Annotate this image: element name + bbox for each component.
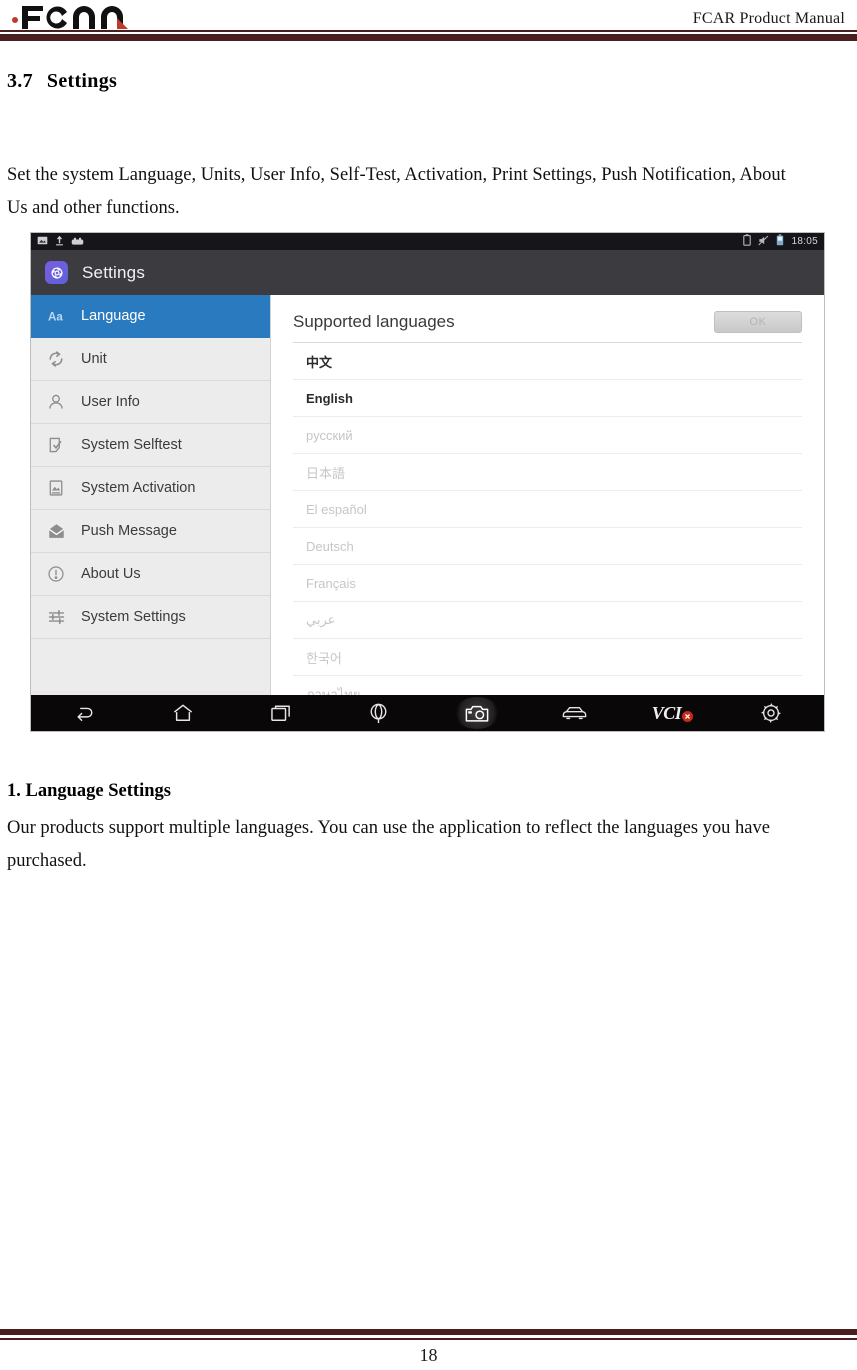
usb-adapter-icon [71,233,84,251]
sidebar-label: User Info [81,394,140,410]
document-check-icon [45,434,67,456]
app-title-bar: Settings [31,250,824,295]
sidebar-item-system-selftest[interactable]: System Selftest [31,424,270,467]
picture-icon [45,477,67,499]
language-item[interactable]: 中文 [293,343,802,380]
device-screenshot-figure: 18:05 Settings Aa Language Unit User Inf… [31,233,824,731]
language-item[interactable]: عربي [293,602,802,639]
battery-outline-icon [743,233,752,251]
footer-rule-thick [0,1329,857,1335]
vci-label: VCI [651,702,682,723]
language-item[interactable]: русский [293,417,802,454]
image-icon [37,233,48,251]
language-item[interactable]: Deutsch [293,528,802,565]
page-number: 18 [419,1345,438,1365]
language-item[interactable]: Français [293,565,802,602]
header-rule-thick [0,34,857,41]
section-number: 3.7 [7,70,33,92]
sidebar-item-push-message[interactable]: Push Message [31,510,270,553]
body-paragraph: Our products support multiple languages.… [7,818,770,871]
sidebar-item-about-us[interactable]: About Us [31,553,270,596]
android-status-bar: 18:05 [31,233,824,250]
sidebar-item-unit[interactable]: Unit [31,338,270,381]
info-circle-icon [45,563,67,585]
section-title: Settings [46,70,118,92]
android-nav-bar: VCI [31,695,824,731]
sidebar-label: Language [81,308,146,324]
gear-icon [45,261,68,284]
sidebar-item-system-settings[interactable]: System Settings [31,596,270,639]
sidebar-item-language[interactable]: Aa Language [31,295,270,338]
vci-disconnected-badge [682,711,694,722]
panel-header: Supported languages OK [293,311,802,343]
vci-icon[interactable]: VCI [650,697,696,729]
recents-icon[interactable] [258,697,304,729]
footer-rule-thin [0,1338,857,1340]
camera-icon[interactable] [453,697,500,729]
home-icon[interactable] [160,697,206,729]
sidebar-label: Push Message [81,523,177,539]
upload-icon [55,233,64,251]
language-item[interactable]: 한국어 [293,639,802,676]
sidebar-item-user-info[interactable]: User Info [31,381,270,424]
language-panel: Supported languages OK 中文 English русски… [271,295,824,713]
status-bar-right-icons: 18:05 [743,233,818,251]
svg-text:Aa: Aa [48,311,63,323]
sidebar-label: System Activation [81,480,196,496]
language-item[interactable]: El español [293,491,802,528]
convert-icon [45,348,67,370]
sidebar-item-system-activation[interactable]: System Activation [31,467,270,510]
fcar-logo-icon [10,2,140,32]
language-item[interactable]: English [293,380,802,417]
app-title: Settings [82,262,146,282]
language-item[interactable]: 日本語 [293,454,802,491]
ok-button[interactable]: OK [714,311,802,333]
settings-gear-icon[interactable] [748,697,794,729]
envelope-icon [45,520,67,542]
sidebar-filler [31,639,270,691]
battery-icon [776,233,784,251]
sidebar-label: System Selftest [81,437,182,453]
sidebar-label: System Settings [81,609,186,625]
car-icon[interactable] [552,697,598,729]
mute-icon [758,233,769,251]
sidebar-label: About Us [81,566,141,582]
back-icon[interactable] [62,697,108,729]
settings-sidebar: Aa Language Unit User Info System Selfte… [31,295,271,695]
sidebar-label: Unit [81,351,107,367]
status-bar-clock: 18:05 [791,236,818,247]
intro-paragraph: Set the system Language, Units, User Inf… [7,165,786,218]
status-bar-left-icons [37,233,84,251]
sliders-icon [45,606,67,628]
subheading: 1. Language Settings [7,781,171,801]
font-size-icon: Aa [45,305,67,327]
language-list: 中文 English русский 日本語 El español Deutsc… [293,343,802,713]
settings-content: Aa Language Unit User Info System Selfte… [31,295,824,713]
person-icon [45,391,67,413]
header-rule-thin [0,30,857,32]
section-heading: 3.7 Settings [7,70,117,93]
page-header: FCAR Product Manual [0,0,857,42]
manual-title: FCAR Product Manual [692,10,845,27]
panel-title: Supported languages [293,312,455,331]
browser-icon[interactable] [356,697,402,729]
